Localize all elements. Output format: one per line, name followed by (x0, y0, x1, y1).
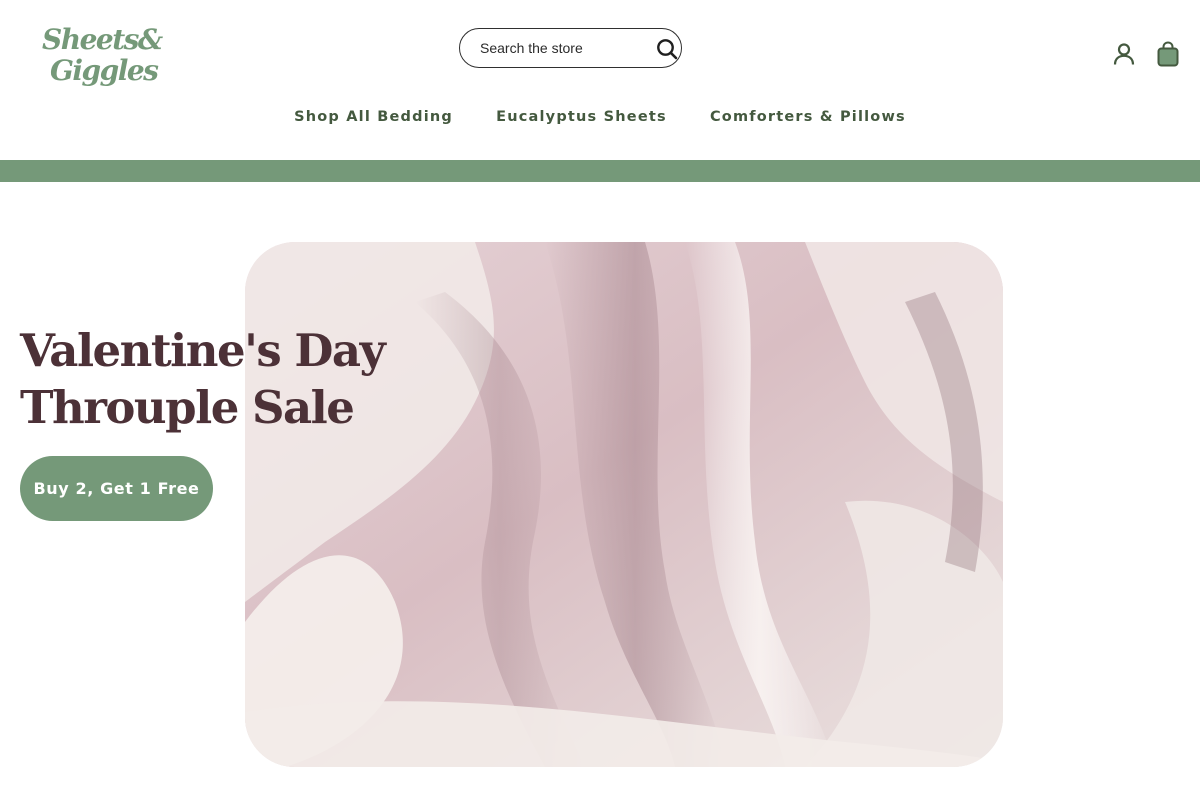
hero-image (245, 242, 1003, 767)
hero-headline-line-2: Throuple Sale (20, 381, 355, 434)
main-nav: Shop All Bedding Eucalyptus Sheets Comfo… (0, 104, 1200, 130)
nav-item-shop-all-bedding[interactable]: Shop All Bedding (294, 104, 453, 130)
search-input[interactable] (480, 38, 650, 58)
search-icon[interactable] (656, 38, 678, 60)
logo-wordmark: Sheets& Giggles (42, 23, 164, 87)
shopping-bag-icon[interactable] (1157, 41, 1179, 67)
announcement-band (0, 160, 1200, 182)
hero-headline: Valentine's Day Throuple Sale (20, 322, 440, 436)
account-icon[interactable] (1112, 42, 1136, 66)
svg-text:Sheets&: Sheets& (42, 23, 163, 56)
brand-logo[interactable]: Sheets& Giggles (42, 22, 164, 87)
nav-item-eucalyptus-sheets[interactable]: Eucalyptus Sheets (496, 104, 667, 130)
buy-2-get-1-free-button[interactable]: Buy 2, Get 1 Free (20, 456, 213, 521)
nav-item-comforters-pillows[interactable]: Comforters & Pillows (710, 104, 906, 130)
search-bar[interactable] (459, 28, 682, 68)
svg-text:Giggles: Giggles (50, 54, 159, 86)
site-header: Sheets& Giggles Shop All Bedding Eucalyp… (0, 0, 1200, 160)
hero-headline-line-1: Valentine's Day (20, 324, 386, 377)
